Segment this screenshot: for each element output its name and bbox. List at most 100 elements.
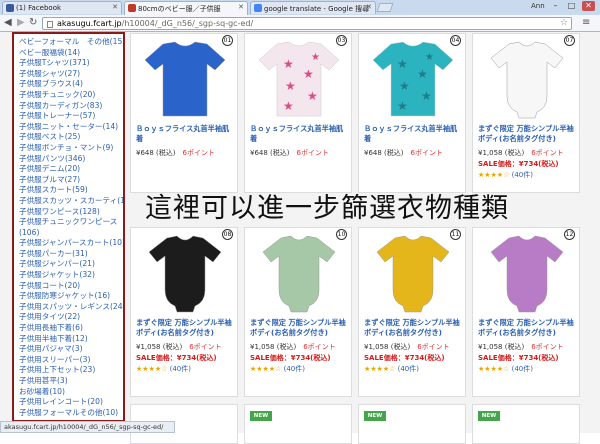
url-host: akasugu.fcart.jp xyxy=(57,19,122,28)
product-image[interactable] xyxy=(141,38,229,120)
category-link[interactable]: 子供服スカート(59) xyxy=(19,185,123,196)
category-link[interactable]: 子供服ボンチョ・マント(9) xyxy=(19,143,123,154)
close-tab-icon[interactable]: ✕ xyxy=(112,3,118,11)
category-link[interactable]: 子供用レインコート(20) xyxy=(19,397,123,408)
forward-icon[interactable]: ▶ xyxy=(17,17,25,29)
price-value: ¥648 (税込) xyxy=(250,149,290,157)
category-link[interactable]: 子供服ジャンパー(21) xyxy=(19,259,123,270)
category-link[interactable]: 子供服カーディガン(83) xyxy=(19,101,123,112)
rating[interactable]: ★★★★☆ (40件) xyxy=(478,364,533,374)
category-link[interactable]: ベビー服福袋(14) xyxy=(19,48,123,59)
product-image[interactable]: ★ ★ ★ ★ ★ ★ xyxy=(255,38,343,120)
category-link[interactable]: 子供服ジャンパースカート(10) xyxy=(19,238,123,249)
review-count[interactable]: (40件) xyxy=(284,365,305,373)
profile-name[interactable]: Ann xyxy=(531,2,545,10)
category-link[interactable]: 子供用上下セット(23) xyxy=(19,365,123,376)
product-name[interactable]: まずぐ限定 万能シンプル半袖ボディ(お名前タグ付き) xyxy=(478,124,578,144)
category-link[interactable]: お砂場着(10) xyxy=(19,387,123,398)
close-tab-icon[interactable]: ✕ xyxy=(238,3,244,11)
category-link[interactable]: 子供用タイツ(22) xyxy=(19,312,123,323)
category-link[interactable]: ベビーフォーマル その他(15) xyxy=(19,37,123,48)
review-count[interactable]: (40件) xyxy=(512,365,533,373)
category-link[interactable]: 子供服デニム(20) xyxy=(19,164,123,175)
maximize-button[interactable]: □ xyxy=(565,1,578,11)
tab-facebook[interactable]: (1) Facebook ✕ xyxy=(2,1,122,14)
category-link[interactable]: 子供用半袖下着(12) xyxy=(19,334,123,345)
product-card[interactable]: 01 Ｂｏｙｓフライス丸首半袖肌着 ¥648 (税込) 6ポイント xyxy=(130,33,238,193)
product-price: ¥648 (税込) 6ポイント xyxy=(136,148,215,158)
product-card[interactable]: 11 まずぐ限定 万能シンプル半袖ボディ(お名前タグ付き) ¥1,058 (税込) … xyxy=(358,227,466,397)
product-card[interactable]: 07 まずぐ限定 万能シンプル半袖ボディ(お名前タグ付き) ¥1,058 (税込) … xyxy=(472,33,580,193)
category-link[interactable]: 子供服チュニック(20) xyxy=(19,90,123,101)
review-count[interactable]: (40件) xyxy=(512,171,533,179)
product-card[interactable]: 08 まずぐ限定 万能シンプル半袖ボディ(お名前タグ付き) ¥1,058 (税込) … xyxy=(130,227,238,397)
product-card[interactable]: ★ ★ ★ ★ ★ ★ 03 Ｂｏｙｓフライス丸首半袖肌着 ¥648 (税込) 6ポイント xyxy=(244,33,352,193)
product-image[interactable] xyxy=(255,232,343,314)
product-card[interactable]: ★ ★ ★ ★ ★ ★ 04 Ｂｏｙｓフライス丸首半袖肌着 ¥648 (税込) 6ポイント xyxy=(358,33,466,193)
product-image[interactable] xyxy=(369,232,457,314)
reload-icon[interactable]: ↻ xyxy=(29,17,37,29)
close-tab-icon[interactable]: ✕ xyxy=(366,3,372,11)
product-image[interactable]: ★ ★ ★ ★ ★ ★ xyxy=(369,38,457,120)
rating[interactable]: ★★★★☆ (40件) xyxy=(136,364,191,374)
category-link[interactable]: 子供用パジャマ(3) xyxy=(19,344,123,355)
back-icon[interactable]: ◀ xyxy=(4,17,12,29)
review-count[interactable]: (40件) xyxy=(170,365,191,373)
category-link[interactable]: (106) xyxy=(19,228,123,239)
product-name[interactable]: まずぐ限定 万能シンプル半袖ボディ(お名前タグ付き) xyxy=(364,318,464,338)
product-name[interactable]: まずぐ限定 万能シンプル半袖ボディ(お名前タグ付き) xyxy=(136,318,236,338)
tab-google[interactable]: google translate - Google 搜尋 ✕ xyxy=(250,1,376,14)
svg-text:★: ★ xyxy=(311,52,320,63)
category-link[interactable]: 子供服チュニックワンピース xyxy=(19,217,123,228)
product-name[interactable]: Ｂｏｙｓフライス丸首半袖肌着 xyxy=(250,124,350,144)
product-card[interactable]: 12 まずぐ限定 万能シンプル半袖ボディ(お名前タグ付き) ¥1,058 (税込) … xyxy=(472,227,580,397)
category-link[interactable]: 子供服Tシャツ(371) xyxy=(19,58,123,69)
category-link[interactable]: 子供服パーカー(31) xyxy=(19,249,123,260)
category-link[interactable]: 子供用甚平(3) xyxy=(19,376,123,387)
category-link[interactable]: 子供服コート(20) xyxy=(19,281,123,292)
category-link[interactable]: 子供服トレーナー(57) xyxy=(19,111,123,122)
category-link[interactable]: 子供服ワンピース(128) xyxy=(19,207,123,218)
product-image[interactable] xyxy=(483,232,571,314)
category-link[interactable]: 子供服ニット・セーター(14) xyxy=(19,122,123,133)
minimize-button[interactable]: – xyxy=(549,1,562,11)
product-image[interactable] xyxy=(483,38,571,120)
price-value: ¥1,058 (税込) xyxy=(478,343,525,351)
category-link[interactable]: 子供服シャツ(27) xyxy=(19,69,123,80)
svg-text:★: ★ xyxy=(397,57,408,71)
product-card[interactable]: NEW xyxy=(358,404,466,444)
new-tab-button[interactable] xyxy=(376,3,394,12)
rating[interactable]: ★★★★☆ (40件) xyxy=(478,170,533,180)
category-link[interactable]: 子供服ジャケット(32) xyxy=(19,270,123,281)
category-link[interactable]: 子供服パンツ(346) xyxy=(19,154,123,165)
category-link[interactable]: 子供服防寒ジャケット(16) xyxy=(19,291,123,302)
category-link[interactable]: 子供服スカッツ・スカーティ(10) xyxy=(19,196,123,207)
tab-label: (1) Facebook xyxy=(16,4,62,12)
rating[interactable]: ★★★★☆ (40件) xyxy=(250,364,305,374)
category-link[interactable]: 子供服フォーマルその他(10) xyxy=(19,408,123,419)
product-name[interactable]: まずぐ限定 万能シンプル半袖ボディ(お名前タグ付き) xyxy=(250,318,350,338)
rating[interactable]: ★★★★☆ (40件) xyxy=(364,364,419,374)
product-card[interactable]: NEW xyxy=(244,404,352,444)
category-link[interactable]: 子供服ベスト(25) xyxy=(19,132,123,143)
tab-akasugu[interactable]: 80cmのベビー服／子供服 ✕ xyxy=(124,1,248,15)
annotation-text: 這裡可以進一步篩選衣物種類 xyxy=(145,193,509,224)
category-link[interactable]: 子供用スパッツ・レギンス(24) xyxy=(19,302,123,313)
product-card[interactable]: 10 まずぐ限定 万能シンプル半袖ボディ(お名前タグ付き) ¥1,058 (税込) … xyxy=(244,227,352,397)
wrench-icon[interactable]: ≡ xyxy=(582,17,590,28)
sale-price: SALE価格：¥734(税込) xyxy=(364,354,445,362)
category-link[interactable]: 子供用長袖下着(6) xyxy=(19,323,123,334)
product-image[interactable] xyxy=(141,232,229,314)
product-name[interactable]: まずぐ限定 万能シンプル半袖ボディ(お名前タグ付き) xyxy=(478,318,578,338)
category-link[interactable]: 子供服ブラウス(4) xyxy=(19,79,123,90)
category-link[interactable]: 子供用スリーパー(3) xyxy=(19,355,123,366)
review-count[interactable]: (40件) xyxy=(398,365,419,373)
product-card[interactable]: NEW xyxy=(472,404,580,444)
new-badge: NEW xyxy=(250,411,272,421)
address-bar[interactable]: akasugu.fcart.jp/h10004/_dG_n56/_sgp-sq-… xyxy=(42,17,572,30)
product-name[interactable]: Ｂｏｙｓフライス丸首半袖肌着 xyxy=(136,124,236,144)
bookmark-star-icon[interactable]: ☆ xyxy=(560,18,568,28)
close-window-button[interactable]: ✕ xyxy=(582,1,595,11)
product-name[interactable]: Ｂｏｙｓフライス丸首半袖肌着 xyxy=(364,124,464,144)
category-link[interactable]: 子供服ブルマ(27) xyxy=(19,175,123,186)
